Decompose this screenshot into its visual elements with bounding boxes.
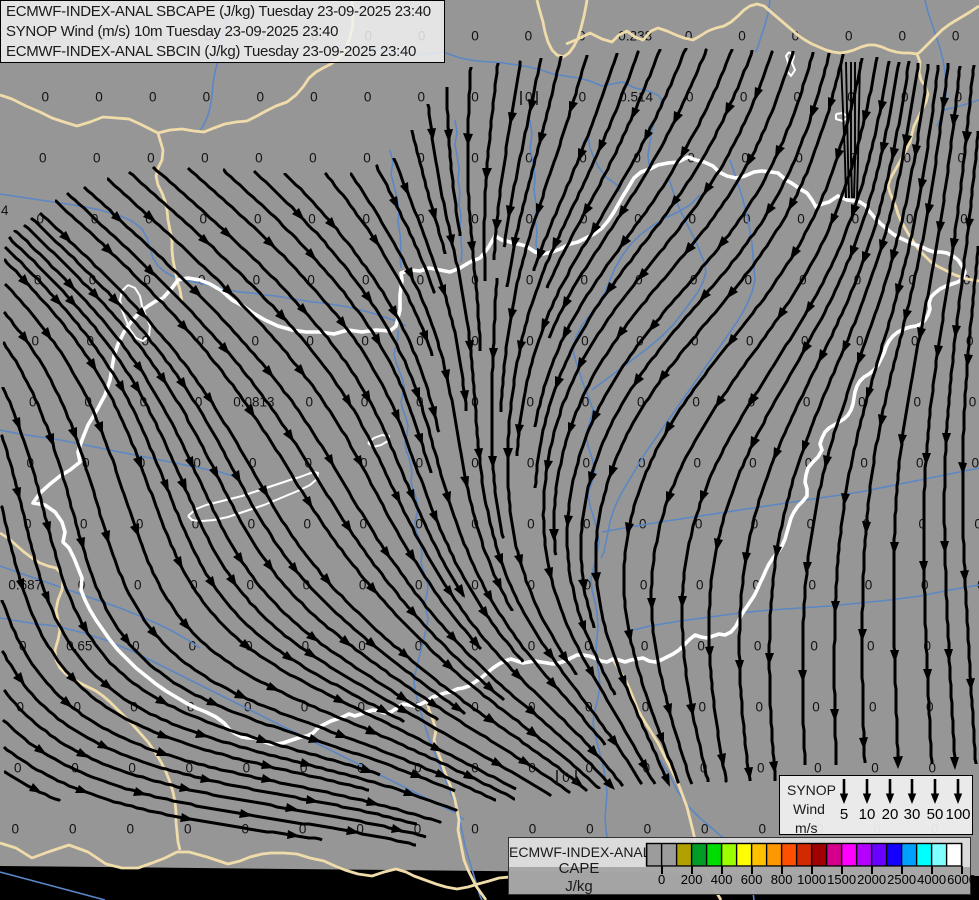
svg-text:0: 0: [417, 273, 425, 288]
svg-text:0: 0: [803, 395, 811, 410]
svg-text:0: 0: [810, 639, 818, 654]
svg-text:0: 0: [528, 639, 536, 654]
svg-text:0: 0: [304, 517, 312, 532]
svg-text:0: 0: [134, 578, 142, 593]
svg-text:0: 0: [641, 639, 649, 654]
svg-text:0: 0: [126, 822, 134, 837]
svg-text:0: 0: [845, 29, 853, 44]
svg-text:0: 0: [471, 822, 479, 837]
svg-text:0: 0: [527, 395, 535, 410]
svg-text:0: 0: [860, 456, 868, 471]
svg-text:0: 0: [251, 334, 259, 349]
svg-text:0: 0: [740, 90, 748, 105]
svg-text:0: 0: [581, 334, 589, 349]
svg-text:0: 0: [42, 90, 50, 105]
svg-text:0: 0: [757, 761, 765, 776]
svg-text:0: 0: [694, 456, 702, 471]
svg-text:0: 0: [415, 578, 423, 593]
svg-text:0: 0: [364, 90, 372, 105]
svg-text:4: 4: [1, 203, 9, 218]
svg-text:0: 0: [309, 151, 317, 166]
svg-text:0: 0: [814, 761, 822, 776]
svg-text:0: 0: [738, 29, 746, 44]
svg-text:0: 0: [913, 395, 921, 410]
svg-text:0: 0: [916, 456, 924, 471]
svg-text:0: 0: [696, 578, 704, 593]
svg-text:0: 0: [14, 761, 22, 776]
svg-text:0: 0: [754, 639, 762, 654]
svg-text:0: 0: [184, 822, 192, 837]
svg-text:0: 0: [974, 517, 979, 532]
svg-text:0: 0: [586, 822, 594, 837]
svg-text:0: 0: [812, 700, 820, 715]
svg-text:0: 0: [201, 151, 209, 166]
svg-text:0: 0: [527, 456, 535, 471]
svg-text:0: 0: [418, 90, 426, 105]
svg-text:0: 0: [12, 822, 20, 837]
svg-text:0: 0: [529, 822, 537, 837]
svg-text:0: 0: [685, 29, 693, 44]
svg-text:0: 0: [39, 151, 47, 166]
svg-text:0: 0: [147, 151, 155, 166]
svg-text:0: 0: [471, 29, 479, 44]
svg-text:0: 0: [562, 770, 570, 785]
svg-text:0: 0: [898, 29, 906, 44]
svg-text:0: 0: [69, 822, 77, 837]
svg-text:0: 0: [255, 151, 263, 166]
svg-text:0: 0: [254, 212, 262, 227]
svg-text:0: 0: [640, 578, 648, 593]
svg-text:0: 0: [526, 334, 534, 349]
svg-text:0: 0: [869, 700, 877, 715]
svg-text:0: 0: [867, 639, 875, 654]
svg-text:0: 0: [203, 90, 211, 105]
svg-text:0: 0: [471, 212, 479, 227]
svg-text:0: 0: [525, 29, 533, 44]
svg-text:0: 0: [579, 90, 587, 105]
svg-text:0: 0: [746, 334, 754, 349]
svg-text:0: 0: [471, 90, 479, 105]
svg-text:0: 0: [256, 90, 264, 105]
svg-text:0: 0: [906, 212, 914, 227]
svg-text:0: 0: [95, 90, 103, 105]
svg-text:0: 0: [246, 578, 254, 593]
svg-text:0: 0: [362, 273, 370, 288]
svg-text:0: 0: [692, 395, 700, 410]
svg-text:0: 0: [797, 212, 805, 227]
svg-text:0: 0: [248, 517, 256, 532]
svg-text:0: 0: [32, 334, 40, 349]
svg-text:0: 0: [699, 700, 707, 715]
svg-text:0: 0: [363, 151, 371, 166]
svg-text:0: 0: [969, 395, 977, 410]
svg-text:0: 0: [526, 273, 534, 288]
svg-text:0: 0: [471, 151, 479, 166]
svg-text:0: 0: [582, 456, 590, 471]
svg-text:0: 0: [305, 395, 313, 410]
svg-text:0: 0: [93, 151, 101, 166]
svg-text:0: 0: [80, 517, 88, 532]
svg-text:0: 0: [809, 578, 817, 593]
svg-text:0: 0: [471, 456, 479, 471]
svg-text:0: 0: [149, 90, 157, 105]
svg-text:0: 0: [952, 29, 960, 44]
svg-text:0: 0: [755, 700, 763, 715]
svg-text:0: 0: [749, 456, 757, 471]
svg-text:0: 0: [865, 578, 873, 593]
svg-text:0: 0: [644, 822, 652, 837]
svg-text:0: 0: [871, 761, 879, 776]
svg-text:0: 0: [697, 639, 705, 654]
svg-text:0: 0: [361, 334, 369, 349]
svg-text:0: 0: [310, 90, 318, 105]
svg-text:0: 0: [527, 517, 535, 532]
svg-text:0: 0: [759, 822, 767, 837]
